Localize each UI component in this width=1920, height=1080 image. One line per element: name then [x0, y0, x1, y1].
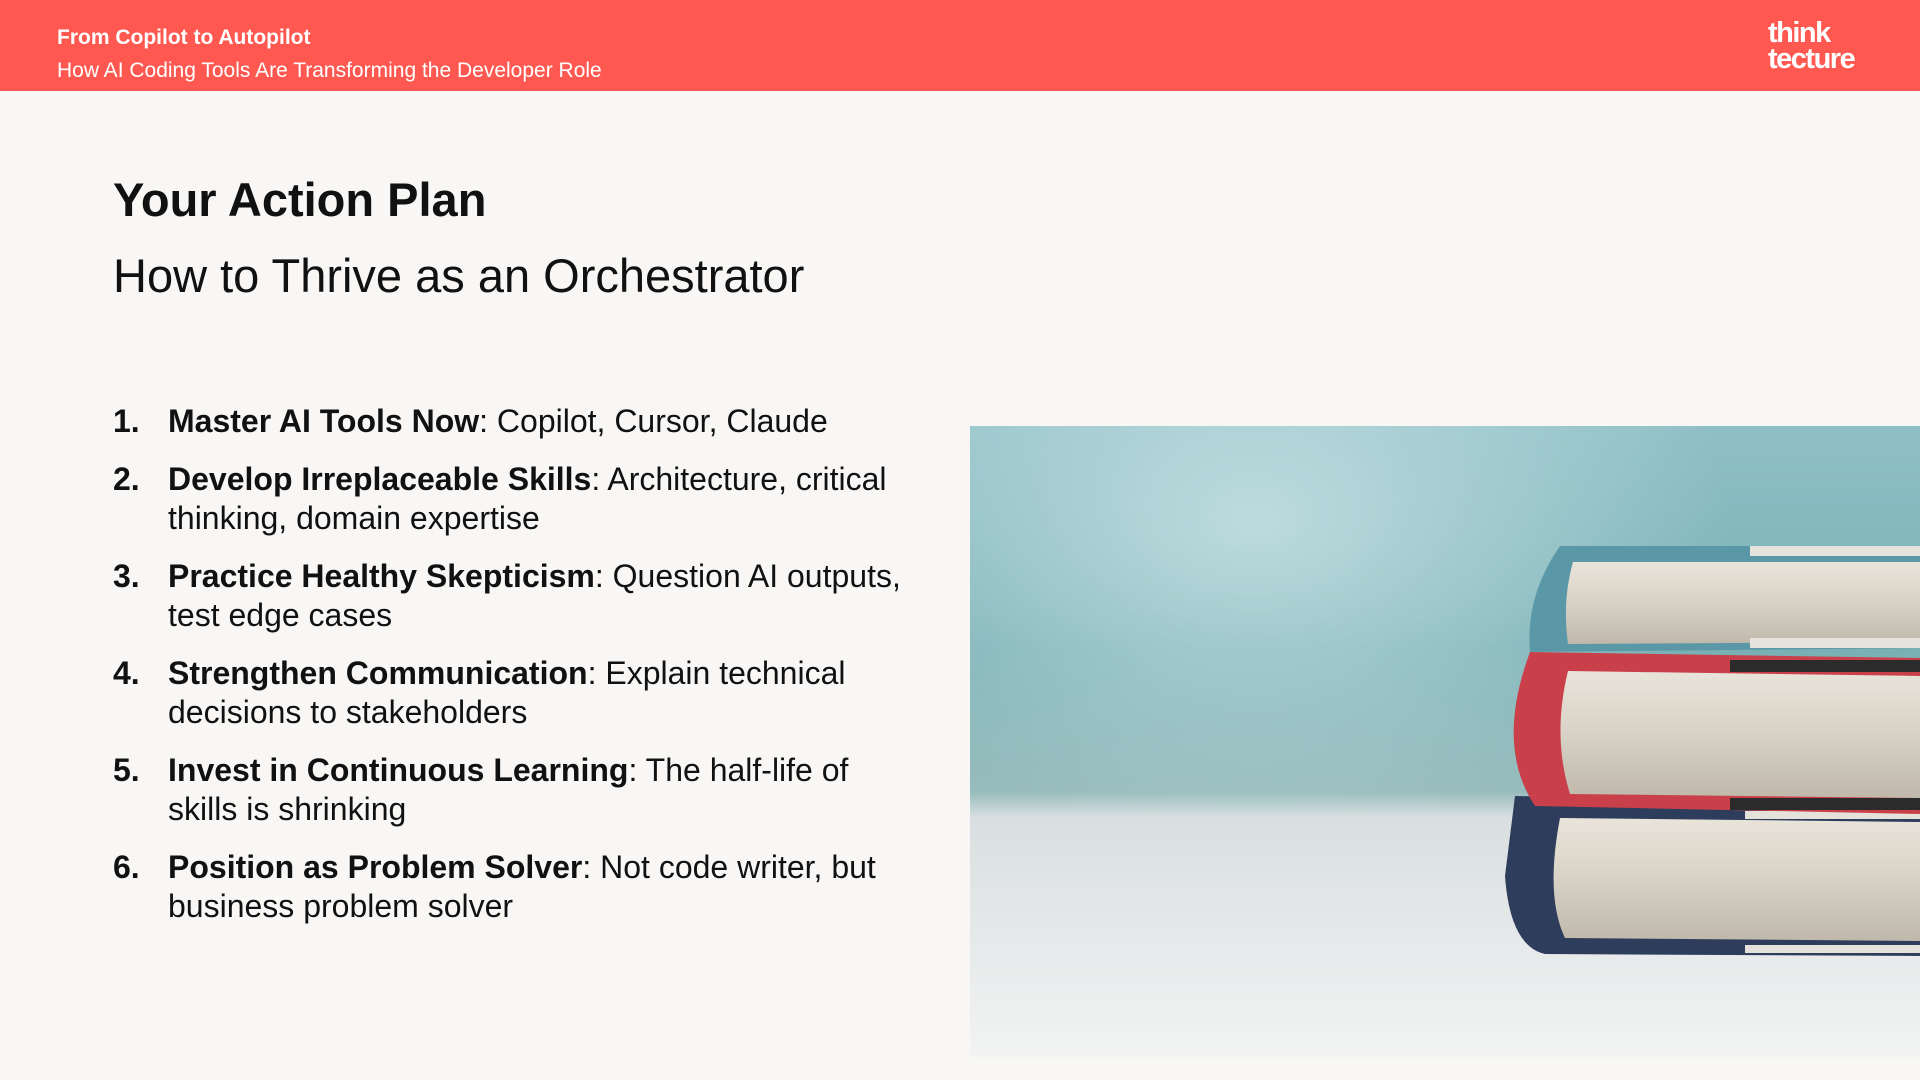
item-number: 6.: [113, 849, 140, 885]
item-number: 4.: [113, 655, 140, 691]
item-term: Master AI Tools Now: [168, 403, 480, 439]
list-item: 4. Strengthen Communication: Explain tech…: [113, 654, 913, 732]
header-bar: From Copilot to Autopilot How AI Coding …: [0, 0, 1920, 91]
list-item: 1. Master AI Tools Now: Copilot, Cursor, …: [113, 402, 913, 441]
item-term: Position as Problem Solver: [168, 849, 583, 885]
item-number: 1.: [113, 403, 140, 439]
stack-of-books-photo: [970, 426, 1920, 1057]
item-term: Develop Irreplaceable Skills: [168, 461, 592, 497]
item-description: : Copilot, Cursor, Claude: [479, 403, 828, 439]
item-term: Practice Healthy Skepticism: [168, 558, 595, 594]
list-item: 3. Practice Healthy Skepticism: Question …: [113, 557, 913, 635]
list-item: 5. Invest in Continuous Learning: The hal…: [113, 751, 913, 829]
deck-subtitle: How AI Coding Tools Are Transforming the…: [57, 59, 602, 82]
slide-title: Your Action Plan: [113, 173, 487, 226]
item-term: Invest in Continuous Learning: [168, 752, 629, 788]
item-term: Strengthen Communication: [168, 655, 588, 691]
list-item: 2. Develop Irreplaceable Skills: Architec…: [113, 460, 913, 538]
logo-line-2: tecture: [1768, 43, 1856, 75]
item-number: 5.: [113, 752, 140, 788]
deck-title: From Copilot to Autopilot: [57, 26, 311, 49]
thinktecture-logo: think tecture: [1768, 19, 1858, 75]
slide-subtitle: How to Thrive as an Orchestrator: [113, 249, 805, 302]
item-number: 3.: [113, 558, 140, 594]
item-number: 2.: [113, 461, 140, 497]
list-item: 6. Position as Problem Solver: Not code w…: [113, 848, 913, 926]
action-plan-list: 1. Master AI Tools Now: Copilot, Cursor, …: [113, 402, 913, 945]
